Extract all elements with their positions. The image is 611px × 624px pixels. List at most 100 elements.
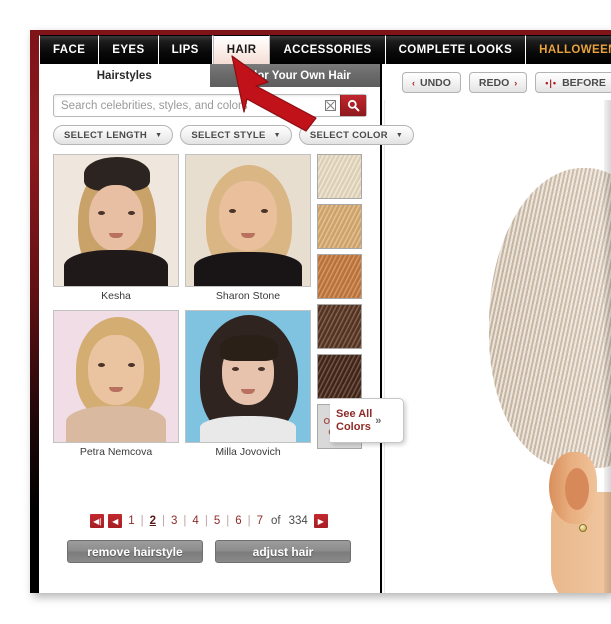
chevron-right-icon: ›: [514, 77, 518, 88]
pagination-page-2[interactable]: 2: [148, 515, 158, 527]
pagination-next-button[interactable]: ▶: [313, 514, 328, 528]
tab-lips[interactable]: LIPS: [158, 35, 213, 64]
tab-accessories-label: ACCESSORIES: [283, 44, 372, 56]
hairstyle-thumbnail-image[interactable]: [185, 154, 311, 287]
sub-tab-bar: Hairstyles Color Your Own Hair: [39, 64, 380, 87]
preview-hair: [489, 168, 611, 468]
adjust-hair-button[interactable]: adjust hair: [215, 540, 351, 563]
select-style-dropdown[interactable]: SELECT STYLE ▼: [180, 125, 292, 145]
before-button[interactable]: •|• BEFORE: [535, 72, 611, 93]
action-button-row: remove hairstyle adjust hair: [53, 540, 365, 563]
tab-face[interactable]: FACE: [39, 35, 100, 64]
hairstyle-item[interactable]: Petra Nemcova: [53, 310, 179, 460]
color-swatch-darkest-brown[interactable]: [317, 354, 362, 399]
pagination-page-4[interactable]: 4: [190, 515, 200, 527]
pagination-page-5[interactable]: 5: [212, 515, 222, 527]
preview-panel: ‹ UNDO REDO › •|• BEFORE: [384, 64, 611, 593]
hair-panel: Hairstyles Color Your Own Hair Search ce…: [39, 64, 415, 593]
filter-row: SELECT LENGTH ▼ SELECT STYLE ▼ SELECT CO…: [53, 125, 415, 145]
tab-halloween[interactable]: HALLOWEEN: [526, 35, 611, 64]
screenshot-root: FACE EYES LIPS HAIR ACCESSORIES COMPLETE…: [0, 0, 611, 624]
tab-hair-label: HAIR: [226, 44, 257, 56]
pagination: ◀| ◀ 1 | 2 | 3 | 4 | 5 | 6 | 7 of 334 ▶: [53, 512, 365, 530]
hairstyle-name: Sharon Stone: [215, 290, 281, 302]
select-style-label: SELECT STYLE: [191, 129, 266, 141]
hairstyle-item[interactable]: Milla Jovovich: [185, 310, 311, 460]
tab-complete-looks[interactable]: COMPLETE LOOKS: [385, 35, 527, 64]
chevron-down-icon: ▼: [273, 131, 281, 139]
pagination-page-3[interactable]: 3: [169, 515, 179, 527]
undo-button[interactable]: ‹ UNDO: [402, 72, 461, 93]
tab-face-label: FACE: [53, 44, 86, 56]
pagination-separator: |: [204, 515, 208, 527]
tab-complete-looks-label: COMPLETE LOOKS: [398, 44, 513, 56]
search-bar: [53, 94, 367, 117]
tab-hair[interactable]: HAIR: [212, 35, 271, 64]
see-all-colors-line2: Colors: [336, 420, 371, 433]
portrait-milla-jovovich: [186, 311, 310, 442]
remove-hairstyle-button[interactable]: remove hairstyle: [67, 540, 203, 563]
tab-halloween-label: HALLOWEEN: [539, 44, 611, 56]
chevron-left-icon: ‹: [412, 77, 415, 88]
hairstyle-item[interactable]: Sharon Stone: [185, 154, 311, 304]
redo-label: REDO: [478, 76, 510, 89]
portrait-kesha: [54, 155, 178, 286]
hairstyle-name: Kesha: [101, 290, 131, 302]
frame-left-border: [30, 30, 39, 593]
search-button[interactable]: [340, 95, 366, 116]
select-length-dropdown[interactable]: SELECT LENGTH ▼: [53, 125, 174, 145]
color-swatch-dark-brown[interactable]: [317, 304, 362, 349]
tab-eyes-label: EYES: [112, 44, 145, 56]
remove-hairstyle-label: remove hairstyle: [87, 544, 183, 559]
main-tab-bar: FACE EYES LIPS HAIR ACCESSORIES COMPLETE…: [39, 35, 611, 64]
tab-lips-label: LIPS: [171, 44, 199, 56]
pagination-of-label: of: [271, 515, 281, 527]
tab-eyes[interactable]: EYES: [99, 35, 159, 64]
pagination-total-pages: 334: [288, 515, 308, 527]
magnifier-icon: [347, 99, 360, 112]
pagination-page-6[interactable]: 6: [233, 515, 243, 527]
search-input[interactable]: [54, 95, 320, 116]
hairstyle-name: Petra Nemcova: [79, 446, 153, 458]
pagination-separator: |: [140, 515, 144, 527]
clear-x-icon[interactable]: [320, 95, 340, 116]
undo-label: UNDO: [420, 76, 451, 89]
see-all-colors-line1: See All: [336, 407, 373, 420]
subtab-hairstyles-label: Hairstyles: [96, 69, 152, 82]
portrait-sharon-stone: [186, 155, 310, 286]
pagination-first-button[interactable]: ◀|: [90, 514, 105, 528]
color-swatch-golden-blonde[interactable]: [317, 204, 362, 249]
adjust-hair-label: adjust hair: [252, 544, 314, 559]
see-all-colors-button[interactable]: See All Colors »: [330, 398, 404, 443]
before-after-icon: •|•: [545, 77, 558, 88]
hairstyle-item[interactable]: Kesha: [53, 154, 179, 304]
pagination-separator: |: [226, 515, 230, 527]
select-color-dropdown[interactable]: SELECT COLOR ▼: [298, 125, 415, 145]
preview-earring: [579, 524, 587, 532]
pagination-separator: |: [183, 515, 187, 527]
pagination-prev-button[interactable]: ◀: [108, 514, 123, 528]
pagination-page-7[interactable]: 7: [255, 515, 265, 527]
preview-toolbar: ‹ UNDO REDO › •|• BEFORE: [402, 72, 611, 93]
hairstyle-thumbnail-grid: Kesha Sharon Stone Petra Nemcova Milla J…: [53, 154, 311, 460]
hairstyle-name: Milla Jovovich: [215, 446, 281, 458]
color-swatch-pale-blonde[interactable]: [317, 154, 362, 199]
chevron-down-icon: ▼: [155, 131, 163, 139]
before-label: BEFORE: [562, 76, 606, 89]
preview-edge-shadow: [604, 100, 611, 593]
color-swatch-copper-red[interactable]: [317, 254, 362, 299]
hairstyle-thumbnail-image[interactable]: [53, 310, 179, 443]
subtab-hairstyles[interactable]: Hairstyles: [39, 64, 210, 87]
hairstyle-thumbnail-image[interactable]: [53, 154, 179, 287]
model-preview-image[interactable]: [384, 100, 611, 593]
pagination-page-1[interactable]: 1: [126, 515, 136, 527]
tab-accessories[interactable]: ACCESSORIES: [270, 35, 386, 64]
subtab-color-your-own-hair[interactable]: Color Your Own Hair: [209, 64, 380, 87]
select-length-label: SELECT LENGTH: [64, 129, 148, 141]
hairstyle-thumbnail-image[interactable]: [185, 310, 311, 443]
redo-button[interactable]: REDO ›: [468, 72, 528, 93]
double-chevron-right-icon: »: [375, 414, 382, 427]
pagination-separator: |: [247, 515, 251, 527]
app-window: FACE EYES LIPS HAIR ACCESSORIES COMPLETE…: [30, 30, 611, 593]
portrait-petra-nemcova: [54, 311, 178, 442]
